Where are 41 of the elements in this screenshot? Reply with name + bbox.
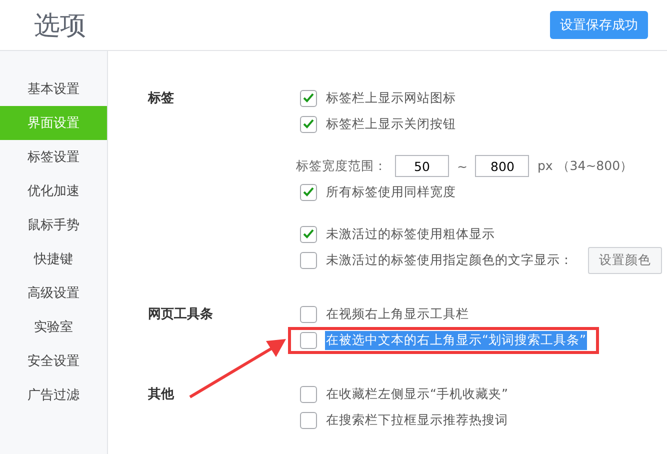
option-label: 标签栏上显示关闭按钮 [325, 114, 457, 132]
checkbox[interactable] [300, 412, 317, 428]
option-label: 在被选中文本的右上角显示“划词搜索工具条” [325, 330, 587, 350]
checkbox[interactable] [300, 116, 317, 132]
section-label: 其他 [148, 386, 176, 404]
checkbox[interactable] [300, 306, 317, 322]
checkbox[interactable] [300, 226, 317, 242]
section-label: 网页工具条 [148, 306, 214, 324]
check-icon [303, 229, 314, 239]
option-label: 在收藏栏左侧显示“手机收藏夹” [325, 384, 509, 402]
checkbox[interactable] [300, 252, 317, 268]
option-label: 在视频右上角显示工具栏 [325, 304, 470, 322]
sidebar-item[interactable]: 高级设置 [0, 276, 107, 310]
check-icon [303, 119, 314, 129]
range-unit: px （34~800） [537, 158, 634, 174]
sidebar-item[interactable]: 安全设置 [0, 344, 107, 378]
checkbox[interactable] [300, 386, 317, 402]
checkbox[interactable] [300, 90, 317, 106]
range-separator: ~ [457, 158, 468, 174]
sidebar-item[interactable]: 快捷键 [0, 242, 107, 276]
max-width-input[interactable]: 800 [475, 155, 530, 177]
sidebar-item[interactable]: 广告过滤 [0, 378, 107, 412]
check-icon [303, 93, 314, 103]
sidebar-item[interactable]: 优化加速 [0, 174, 107, 208]
option-label: 标签栏上显示网站图标 [325, 88, 457, 106]
option-label: 所有标签使用同样宽度 [325, 182, 457, 200]
range-label: 标签宽度范围： [296, 158, 387, 174]
set-color-button[interactable]: 设置颜色 [588, 246, 662, 274]
checkbox[interactable] [300, 184, 317, 200]
section-label: 标签 [148, 90, 175, 108]
sidebar-item[interactable]: 基本设置 [0, 72, 107, 106]
sidebar-item[interactable]: 标签设置 [0, 140, 107, 174]
option-label: 未激活过的标签使用指定颜色的文字显示： [325, 250, 574, 268]
option-label: 在搜索栏下拉框显示推荐热搜词 [325, 410, 509, 428]
sidebar-item[interactable]: 鼠标手势 [0, 208, 107, 242]
sidebar-item[interactable]: 实验室 [0, 310, 107, 344]
window-title: 选项 [34, 10, 86, 42]
check-icon [303, 187, 314, 197]
checkbox[interactable] [300, 332, 317, 348]
option-label: 未激活过的标签使用粗体显示 [325, 224, 496, 242]
min-width-input[interactable]: 50 [395, 155, 449, 177]
